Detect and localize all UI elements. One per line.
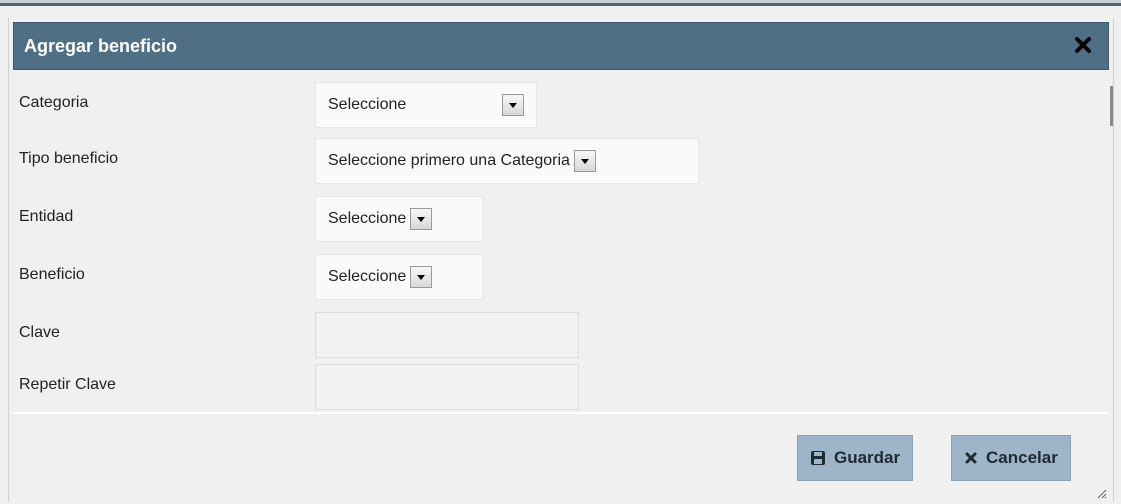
categoria-row: Categoria Seleccione [9, 78, 1113, 130]
chevron-down-icon[interactable] [573, 150, 596, 172]
dialog-title: Agregar beneficio [24, 36, 178, 56]
categoria-select-value: Seleccione [328, 96, 407, 113]
close-icon[interactable] [1072, 34, 1094, 56]
x-icon [964, 451, 978, 465]
cancelar-button-label: Cancelar [986, 448, 1058, 467]
cancelar-button[interactable]: Cancelar [951, 435, 1071, 481]
chevron-down-icon[interactable] [410, 208, 433, 230]
clave-input[interactable] [315, 312, 579, 358]
repetir-clave-row: Repetir Clave [9, 360, 1113, 412]
dialog-titlebar[interactable]: Agregar beneficio [13, 22, 1109, 70]
agregar-beneficio-dialog: Agregar beneficio Categoria Seleccione T… [8, 18, 1114, 502]
clave-label: Clave [19, 324, 60, 341]
save-icon [810, 450, 826, 466]
beneficio-row: Beneficio Seleccione [9, 250, 1113, 302]
resize-grip-icon[interactable] [1095, 486, 1107, 499]
chevron-down-icon[interactable] [502, 94, 524, 116]
backdrop-top-strip [0, 0, 1121, 6]
tipo-beneficio-label: Tipo beneficio [19, 150, 119, 167]
guardar-button[interactable]: Guardar [797, 435, 914, 481]
tipo-beneficio-select[interactable]: Seleccione primero una Categoria [315, 138, 699, 184]
beneficio-label: Beneficio [19, 266, 85, 283]
clave-row: Clave [9, 308, 1113, 360]
repetir-clave-input[interactable] [315, 364, 579, 410]
backdrop-top-edge [0, 3, 1121, 6]
guardar-button-label: Guardar [834, 448, 901, 467]
entidad-select[interactable]: Seleccione [315, 196, 483, 242]
tipo-beneficio-row: Tipo beneficio Seleccione primero una Ca… [9, 134, 1113, 186]
categoria-label: Categoria [19, 94, 89, 111]
entidad-label: Entidad [19, 208, 74, 225]
footer-divider [13, 412, 1109, 414]
beneficio-select-value: Seleccione [328, 268, 407, 285]
chevron-down-icon[interactable] [410, 266, 433, 288]
categoria-select[interactable]: Seleccione [315, 82, 537, 128]
entidad-row: Entidad Seleccione [9, 192, 1113, 244]
tipo-beneficio-select-value: Seleccione primero una Categoria [328, 152, 570, 169]
repetir-clave-label: Repetir Clave [19, 376, 116, 393]
beneficio-select[interactable]: Seleccione [315, 254, 483, 300]
entidad-select-value: Seleccione [328, 210, 407, 227]
